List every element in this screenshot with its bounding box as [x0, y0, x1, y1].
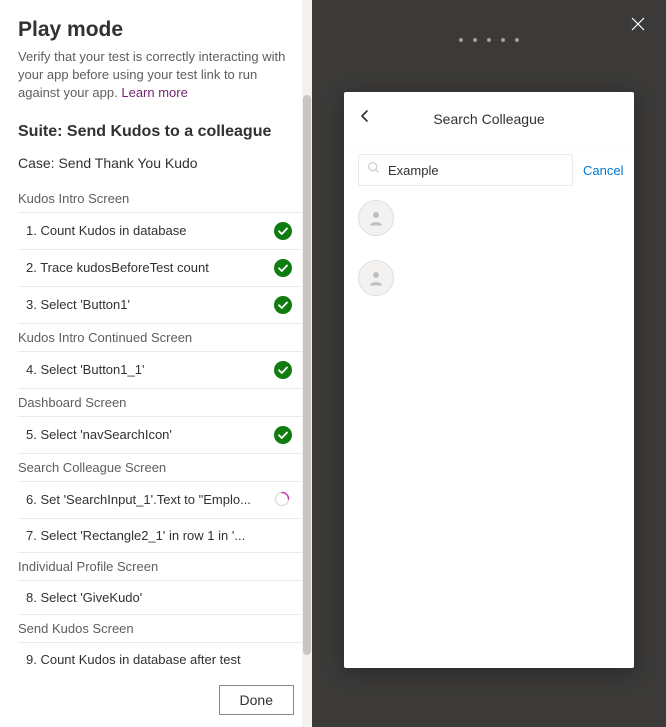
search-icon: [367, 161, 380, 179]
step-label: 7. Select 'Rectangle2_1' in row 1 in '..…: [26, 528, 292, 543]
test-step-row[interactable]: 1. Count Kudos in database: [18, 213, 310, 250]
test-step-row[interactable]: 6. Set 'SearchInput_1'.Text to "Emplo...: [18, 482, 310, 519]
dot: [459, 38, 463, 42]
search-box[interactable]: [358, 154, 573, 186]
search-input[interactable]: [388, 163, 564, 178]
app-preview: Search Colleague Cancel: [344, 92, 634, 668]
pagination-dots: [459, 38, 519, 42]
done-button[interactable]: Done: [219, 685, 294, 715]
app-header: Search Colleague: [344, 92, 634, 146]
step-label: 2. Trace kudosBeforeTest count: [26, 260, 266, 275]
scrollbar-track[interactable]: [302, 0, 312, 727]
dot: [515, 38, 519, 42]
suite-title: Suite: Send Kudos to a colleague: [18, 123, 310, 141]
avatar[interactable]: [358, 200, 394, 236]
step-label: 6. Set 'SearchInput_1'.Text to "Emplo...: [26, 492, 266, 507]
page-description: Verify that your test is correctly inter…: [18, 48, 310, 103]
section-label: Kudos Intro Screen: [18, 185, 310, 213]
back-icon[interactable]: [358, 109, 372, 128]
test-studio-panel: Play mode Verify that your test is corre…: [0, 0, 312, 727]
test-step-row[interactable]: 4. Select 'Button1_1': [18, 352, 310, 389]
section-label: Dashboard Screen: [18, 389, 310, 417]
spinner-icon: [274, 491, 292, 509]
preview-panel: Search Colleague Cancel: [312, 0, 666, 727]
checkmark-icon: [274, 361, 292, 379]
panel-footer: Done: [18, 675, 312, 727]
learn-more-link[interactable]: Learn more: [121, 85, 187, 100]
step-label: 3. Select 'Button1': [26, 297, 266, 312]
section-label: Kudos Intro Continued Screen: [18, 324, 310, 352]
checkmark-icon: [274, 296, 292, 314]
scrollbar-thumb[interactable]: [303, 95, 311, 655]
test-step-row[interactable]: 5. Select 'navSearchIcon': [18, 417, 310, 454]
checkmark-icon: [274, 259, 292, 277]
checkmark-icon: [274, 426, 292, 444]
dot: [501, 38, 505, 42]
test-step-row[interactable]: 2. Trace kudosBeforeTest count: [18, 250, 310, 287]
chevron-down-icon[interactable]: [654, 689, 664, 707]
checkmark-icon: [274, 222, 292, 240]
test-step-row[interactable]: 9. Count Kudos in database after test: [18, 643, 310, 675]
search-bar-row: Cancel: [344, 146, 634, 194]
app-screen-title: Search Colleague: [433, 111, 544, 127]
step-label: 1. Count Kudos in database: [26, 223, 266, 238]
step-label: 4. Select 'Button1_1': [26, 362, 266, 377]
step-label: 9. Count Kudos in database after test: [26, 652, 292, 667]
section-label: Search Colleague Screen: [18, 454, 310, 482]
case-title: Case: Send Thank You Kudo: [18, 155, 310, 171]
cancel-button[interactable]: Cancel: [583, 163, 623, 178]
avatar[interactable]: [358, 260, 394, 296]
section-label: Send Kudos Screen: [18, 615, 310, 643]
step-label: 5. Select 'navSearchIcon': [26, 427, 266, 442]
page-title: Play mode: [18, 18, 310, 42]
test-step-row[interactable]: 7. Select 'Rectangle2_1' in row 1 in '..…: [18, 519, 310, 553]
section-label: Individual Profile Screen: [18, 553, 310, 581]
test-step-row[interactable]: 3. Select 'Button1': [18, 287, 310, 324]
dot: [473, 38, 477, 42]
results-list: [344, 194, 634, 302]
test-step-row[interactable]: 8. Select 'GiveKudo': [18, 581, 310, 615]
panel-scroll[interactable]: Play mode Verify that your test is corre…: [18, 18, 312, 675]
step-label: 8. Select 'GiveKudo': [26, 590, 292, 605]
dot: [487, 38, 491, 42]
close-icon[interactable]: [630, 16, 646, 37]
